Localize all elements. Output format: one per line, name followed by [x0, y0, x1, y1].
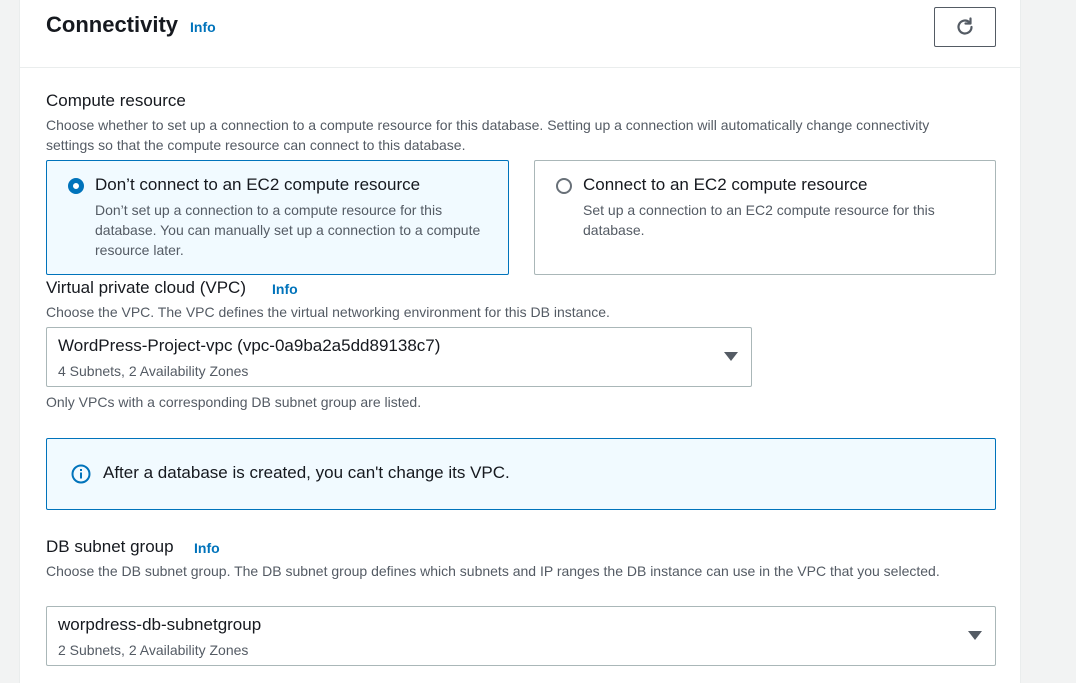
db-subnet-group-description: Choose the DB subnet group. The DB subne…: [46, 563, 940, 579]
vpc-info-alert: After a database is created, you can't c…: [46, 438, 996, 510]
caret-down-icon: [968, 631, 982, 640]
tile-title: Don’t connect to an EC2 compute resource: [95, 175, 421, 194]
tile-description: Set up a connection to an EC2 compute re…: [583, 202, 935, 238]
tile-dont-connect-ec2[interactable]: Don’t connect to an EC2 compute resource…: [46, 160, 509, 275]
refresh-icon: [957, 17, 973, 35]
vpc-select-sub: 4 Subnets, 2 Availability Zones: [58, 363, 249, 379]
tile-connect-ec2[interactable]: Connect to an EC2 compute resource Set u…: [534, 160, 996, 275]
subnet-info-link[interactable]: Info: [194, 540, 220, 556]
radio-dont-connect-ec2[interactable]: [68, 178, 84, 194]
radio-connect-ec2[interactable]: [556, 178, 572, 194]
connectivity-panel: Connectivity Info Compute resource Choos…: [19, 0, 1021, 683]
alert-text: After a database is created, you can't c…: [103, 463, 510, 482]
subnet-select-value: worpdress-db-subnetgroup: [58, 615, 262, 634]
caret-down-icon: [724, 352, 738, 361]
db-subnet-group-label: DB subnet group: [46, 537, 174, 556]
info-circle-icon: [71, 464, 91, 484]
compute-resource-description: Choose whether to set up a connection to…: [46, 117, 930, 153]
tile-description: Don’t set up a connection to a compute r…: [95, 202, 481, 258]
refresh-button[interactable]: [934, 7, 996, 47]
db-subnet-group-select[interactable]: worpdress-db-subnetgroup 2 Subnets, 2 Av…: [46, 606, 996, 666]
section-title: Connectivity: [46, 12, 179, 37]
vpc-info-link[interactable]: Info: [272, 281, 298, 297]
vpc-select[interactable]: WordPress-Project-vpc (vpc-0a9ba2a5dd891…: [46, 327, 752, 387]
vpc-select-value: WordPress-Project-vpc (vpc-0a9ba2a5dd891…: [58, 336, 441, 355]
vpc-description: Choose the VPC. The VPC defines the virt…: [46, 304, 610, 320]
vpc-label: Virtual private cloud (VPC): [46, 278, 246, 297]
panel-header: Connectivity Info: [20, 0, 1020, 68]
tile-title: Connect to an EC2 compute resource: [583, 175, 868, 194]
vpc-hint: Only VPCs with a corresponding DB subnet…: [46, 394, 422, 410]
compute-resource-label: Compute resource: [46, 91, 186, 110]
connectivity-info-link[interactable]: Info: [190, 19, 216, 35]
subnet-select-sub: 2 Subnets, 2 Availability Zones: [58, 642, 249, 658]
